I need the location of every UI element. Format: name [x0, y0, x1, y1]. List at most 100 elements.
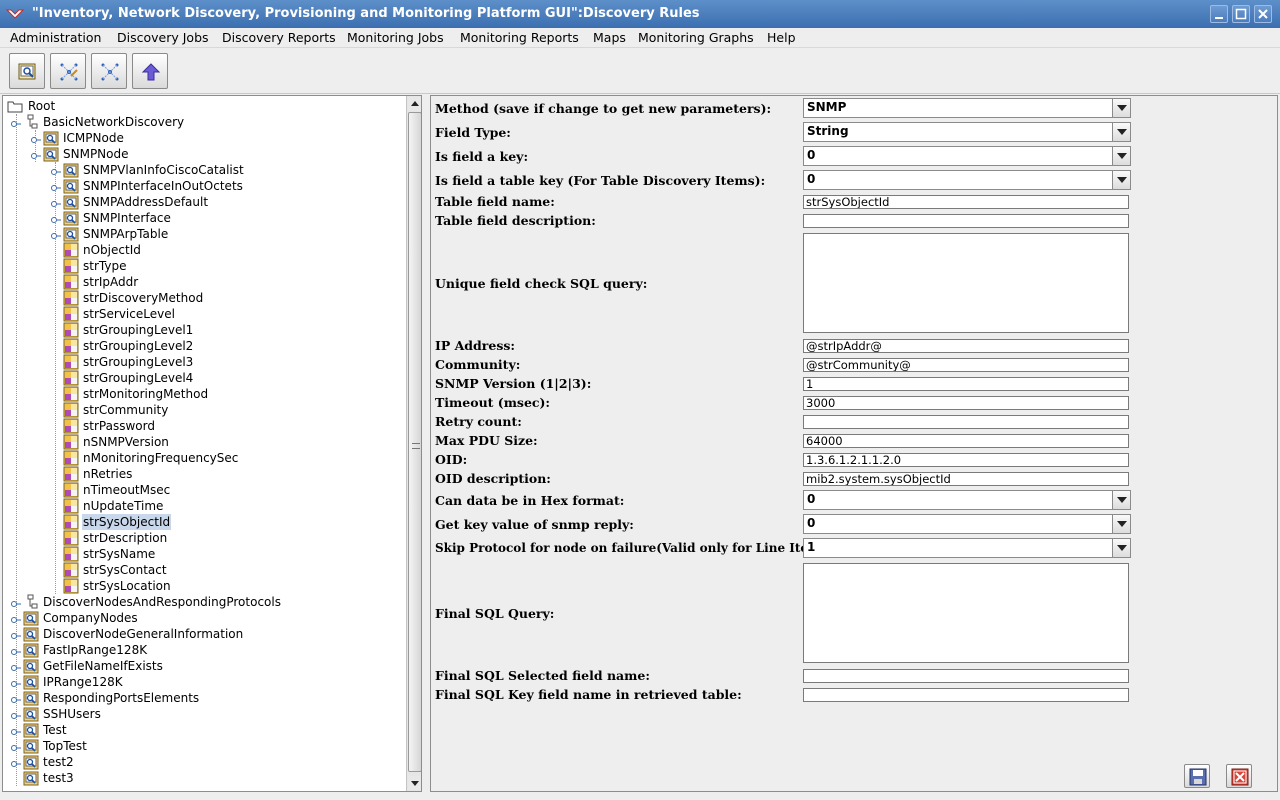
skip-protocol-dropdown-button[interactable] [1112, 539, 1130, 557]
final-key-field-input[interactable] [803, 688, 1129, 702]
minimize-button[interactable] [1210, 5, 1228, 23]
is-table-key-select[interactable]: 0 [803, 170, 1131, 190]
expand-toggle-icon[interactable] [11, 597, 21, 607]
magnifier-node-icon [23, 610, 39, 626]
tree-node-label: strGroupingLevel2 [83, 339, 194, 353]
is-table-key-dropdown-button[interactable] [1112, 171, 1130, 189]
max-pdu-input[interactable]: 64000 [803, 434, 1129, 448]
expand-toggle-icon[interactable] [51, 229, 61, 239]
menu-help[interactable]: Help [767, 29, 796, 47]
close-icon [1258, 9, 1268, 19]
cancel-icon [1231, 768, 1249, 786]
hex-format-dropdown-button[interactable] [1112, 491, 1130, 509]
pane-splitter[interactable] [422, 95, 430, 792]
magnifier-node-icon [23, 706, 39, 722]
is-key-select[interactable]: 0 [803, 146, 1131, 166]
final-sql-textarea[interactable] [803, 563, 1129, 663]
expand-toggle-icon[interactable] [11, 757, 21, 767]
expand-toggle-icon[interactable] [11, 677, 21, 687]
toolbar [0, 48, 1280, 94]
view-rules-button[interactable] [9, 53, 45, 89]
tree-node-label: strSysLocation [83, 579, 171, 593]
expand-toggle-icon[interactable] [11, 645, 21, 655]
table-field-description-input[interactable] [803, 214, 1129, 228]
community-input[interactable]: @strCommunity@ [803, 358, 1129, 372]
snmp-version-input[interactable]: 1 [803, 377, 1129, 391]
close-window-button[interactable] [1254, 5, 1272, 23]
is-table-key-value: 0 [807, 172, 816, 186]
expand-toggle-icon[interactable] [11, 117, 21, 127]
discovery-rules-tree[interactable]: Root BasicNetworkDiscovery ICMPNode SNMPNod… [2, 95, 422, 792]
final-selected-field-input[interactable] [803, 669, 1129, 683]
method-select[interactable]: SNMP [803, 98, 1131, 118]
expand-toggle-icon[interactable] [31, 133, 41, 143]
final-selected-field-label: Final SQL Selected field name: [435, 668, 650, 683]
upload-button[interactable] [132, 53, 168, 89]
key-value-dropdown-button[interactable] [1112, 515, 1130, 533]
menu-discovery-reports[interactable]: Discovery Reports [222, 29, 336, 47]
skip-protocol-select[interactable]: 1 [803, 538, 1131, 558]
skip-protocol-value: 1 [807, 540, 816, 554]
scroll-down-button[interactable] [408, 776, 421, 790]
expand-toggle-icon[interactable] [51, 213, 61, 223]
tree-node-label: RespondingPortsElements [43, 691, 200, 705]
field-type-dropdown-button[interactable] [1112, 123, 1130, 141]
edit-network-button[interactable] [50, 53, 86, 89]
menu-monitoring-jobs[interactable]: Monitoring Jobs [347, 29, 444, 47]
expand-toggle-icon[interactable] [11, 741, 21, 751]
scroll-up-button[interactable] [408, 97, 421, 111]
scroll-thumb[interactable] [408, 112, 421, 772]
menu-maps[interactable]: Maps [593, 29, 626, 47]
cancel-button[interactable] [1226, 764, 1252, 788]
menu-discovery-jobs[interactable]: Discovery Jobs [117, 29, 209, 47]
oid-input[interactable]: 1.3.6.1.2.1.1.2.0 [803, 453, 1129, 467]
save-button[interactable] [1184, 764, 1210, 788]
expand-toggle-icon[interactable] [51, 197, 61, 207]
menu-monitoring-reports[interactable]: Monitoring Reports [460, 29, 579, 47]
menu-administration[interactable]: Administration [10, 29, 101, 47]
retry-count-input[interactable] [803, 415, 1129, 429]
menu-monitoring-graphs[interactable]: Monitoring Graphs [638, 29, 754, 47]
expand-toggle-icon[interactable] [11, 661, 21, 671]
hex-format-select[interactable]: 0 [803, 490, 1131, 510]
key-value-select[interactable]: 0 [803, 514, 1131, 534]
tree-node-label: TopTest [43, 739, 87, 753]
magnifier-node-icon [63, 226, 79, 242]
maximize-button[interactable] [1232, 5, 1250, 23]
tree-node-label: strIpAddr [83, 275, 139, 289]
magnifier-node-icon [63, 194, 79, 210]
tree-node-label: SNMPArpTable [83, 227, 169, 241]
method-dropdown-button[interactable] [1112, 99, 1130, 117]
unique-sql-textarea[interactable] [803, 233, 1129, 333]
expand-toggle-icon[interactable] [11, 629, 21, 639]
magnifier-node-icon [63, 178, 79, 194]
expand-toggle-icon[interactable] [11, 693, 21, 703]
expand-toggle-icon[interactable] [11, 725, 21, 735]
tree-node-label: strServiceLevel [83, 307, 175, 321]
maximize-icon [1235, 8, 1247, 20]
magnifier-node-icon [63, 210, 79, 226]
expand-toggle-icon[interactable] [31, 149, 41, 159]
field-icon [63, 338, 79, 354]
field-icon [63, 370, 79, 386]
tree-node-label: strCommunity [83, 403, 169, 417]
tree-node-label: GetFileNameIfExists [43, 659, 163, 673]
expand-toggle-icon[interactable] [11, 709, 21, 719]
expand-toggle-icon[interactable] [51, 165, 61, 175]
is-table-key-label: Is field a table key (For Table Discover… [435, 173, 766, 188]
tree-node-label: CompanyNodes [43, 611, 138, 625]
tree-vertical-scrollbar[interactable] [406, 96, 421, 791]
field-type-select[interactable]: String [803, 122, 1131, 142]
field-icon [63, 258, 79, 274]
is-key-dropdown-button[interactable] [1112, 147, 1130, 165]
expand-toggle-icon[interactable] [51, 181, 61, 191]
network-button[interactable] [91, 53, 127, 89]
expand-toggle-icon[interactable] [11, 613, 21, 623]
oid-description-input[interactable]: mib2.system.sysObjectId [803, 472, 1129, 486]
timeout-input[interactable]: 3000 [803, 396, 1129, 410]
tree-node-label: Test [43, 723, 67, 737]
ip-address-input[interactable]: @strIpAddr@ [803, 339, 1129, 353]
table-field-name-input[interactable]: strSysObjectId [803, 195, 1129, 209]
upload-arrow-icon [141, 63, 161, 81]
tree-node-label: SNMPInterface [83, 211, 171, 225]
